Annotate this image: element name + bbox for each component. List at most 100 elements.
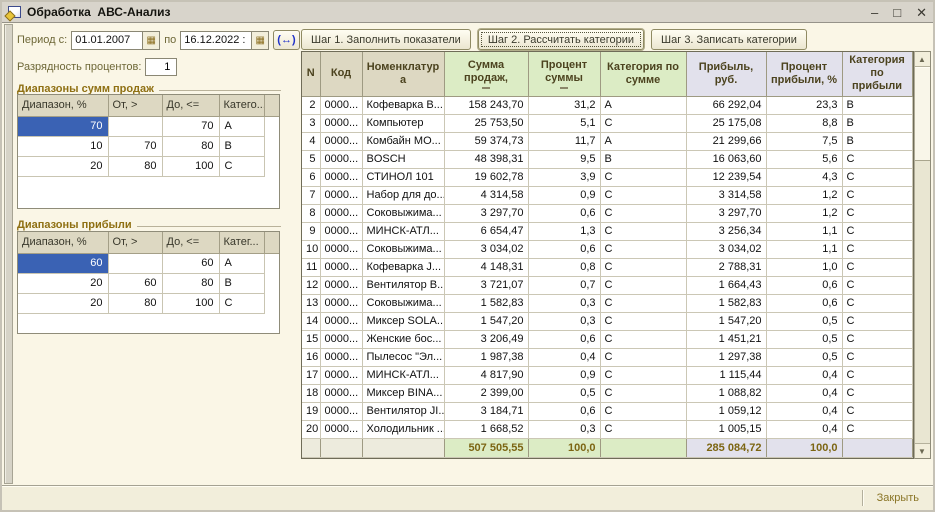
cell[interactable]: 1 664,43 [686, 276, 767, 295]
scroll-down-icon[interactable]: ▼ [914, 442, 930, 458]
cell[interactable]: 31,2 [528, 96, 601, 115]
cell[interactable]: C [842, 150, 913, 169]
left-scroll-strip[interactable] [4, 24, 13, 484]
scrollbar-track[interactable] [915, 161, 930, 443]
range-cell[interactable]: 80 [162, 273, 220, 294]
cell[interactable]: 23,3 [766, 96, 843, 115]
cell[interactable]: 0000... [320, 348, 363, 367]
cell[interactable]: 0000... [320, 204, 363, 223]
close-icon[interactable]: ✕ [916, 2, 927, 23]
cell[interactable]: 5 [302, 150, 321, 169]
cell[interactable]: 3 184,71 [444, 402, 529, 421]
range-column-header[interactable]: До, <= [162, 232, 220, 254]
cell[interactable]: C [600, 384, 687, 403]
cell[interactable]: 0,5 [766, 330, 843, 349]
cell[interactable]: 1 582,83 [686, 294, 767, 313]
table-row[interactable]: 19 0000... Вентилятор JI... 3 184,71 0,6 C 1 0… [302, 402, 913, 421]
cell[interactable]: 17 [302, 366, 321, 385]
cell[interactable]: C [600, 258, 687, 277]
precision-input[interactable] [145, 58, 178, 76]
cell[interactable]: 0000... [320, 384, 363, 403]
table-row[interactable]: 11 0000... Кофеварка J... 4 148,31 0,8 C 2 788… [302, 258, 913, 277]
cell[interactable]: Соковыжима... [362, 294, 445, 313]
cell[interactable]: Миксер BINA... [362, 384, 445, 403]
cell[interactable]: B [842, 96, 913, 115]
cell[interactable]: Соковыжима... [362, 204, 445, 223]
column-header[interactable]: Прибыль, руб. [686, 52, 767, 97]
cell[interactable]: 7,5 [766, 132, 843, 151]
cell[interactable]: МИНСК-АТЛ... [362, 222, 445, 241]
cell[interactable]: C [842, 348, 913, 367]
range-cell[interactable]: 20 [18, 273, 109, 294]
cell[interactable]: 9 [302, 222, 321, 241]
cell[interactable]: Компьютер [362, 114, 445, 133]
cell[interactable]: Миксер SOLA... [362, 312, 445, 331]
table-row[interactable]: 18 0000... Миксер BINA... 2 399,00 0,5 C 1 088… [302, 384, 913, 403]
range-cell[interactable]: 80 [162, 136, 220, 157]
range-column-header[interactable]: Катего... [219, 95, 265, 117]
cell[interactable]: 3 256,34 [686, 222, 767, 241]
range-column-header[interactable]: До, <= [162, 95, 220, 117]
cell[interactable]: 14 [302, 312, 321, 331]
cell[interactable]: 0,9 [528, 366, 601, 385]
period-to-input[interactable] [180, 30, 253, 50]
cell[interactable]: 0000... [320, 366, 363, 385]
table-row[interactable]: 16 0000... Пылесос "Эл... 1 987,38 0,4 C 1 297… [302, 348, 913, 367]
table-row[interactable]: 6 0000... СТИНОЛ 101 19 602,78 3,9 C 12 239,54… [302, 168, 913, 187]
cell[interactable]: 0,5 [766, 312, 843, 331]
cell[interactable]: 1,2 [766, 186, 843, 205]
range-cell[interactable]: 70 [18, 116, 109, 137]
range-cell[interactable]: C [219, 156, 265, 177]
cell[interactable]: 0,6 [766, 294, 843, 313]
cell[interactable]: 0,3 [528, 420, 601, 439]
cell[interactable]: Вентилятор В... [362, 276, 445, 295]
cell[interactable]: C [842, 186, 913, 205]
close-button[interactable]: Закрыть [873, 490, 923, 506]
cell[interactable]: A [600, 96, 687, 115]
calendar-icon[interactable]: ▦ [143, 30, 161, 50]
cell[interactable]: B [600, 150, 687, 169]
cell[interactable]: 0,4 [766, 420, 843, 439]
cell[interactable]: C [600, 186, 687, 205]
table-row[interactable]: 14 0000... Миксер SOLA... 1 547,20 0,3 C 1 547… [302, 312, 913, 331]
cell[interactable]: Женские бос... [362, 330, 445, 349]
cell[interactable]: 1 088,82 [686, 384, 767, 403]
cell[interactable]: C [600, 312, 687, 331]
cell[interactable]: B [842, 114, 913, 133]
cell[interactable]: 0000... [320, 150, 363, 169]
cell[interactable]: C [600, 402, 687, 421]
table-row[interactable]: 3 0000... Компьютер 25 753,50 5,1 C 25 175,08 8… [302, 114, 913, 133]
column-header[interactable]: N [302, 52, 321, 97]
cell[interactable]: 12 [302, 276, 321, 295]
cell[interactable]: 0000... [320, 312, 363, 331]
table-row[interactable]: 7 0000... Набор для до... 4 314,58 0,9 C 3 314… [302, 186, 913, 205]
range-column-header[interactable]: Диапазон, % [18, 232, 109, 254]
cell[interactable]: 1 582,83 [444, 294, 529, 313]
cell[interactable]: 0000... [320, 294, 363, 313]
scroll-up-icon[interactable]: ▲ [914, 52, 930, 67]
cell[interactable]: 1,2 [766, 204, 843, 223]
cell[interactable]: 1 451,21 [686, 330, 767, 349]
cell[interactable]: Пылесос "Эл... [362, 348, 445, 367]
table-row[interactable]: 17 0000... МИНСК-АТЛ... 4 817,90 0,9 C 1 115,4… [302, 366, 913, 385]
cell[interactable]: 4 314,58 [444, 186, 529, 205]
cell[interactable]: 1 059,12 [686, 402, 767, 421]
cell[interactable]: 10 [302, 240, 321, 259]
cell[interactable]: 1 547,20 [444, 312, 529, 331]
vertical-scrollbar[interactable]: ▲ ▼ [913, 51, 931, 459]
cell[interactable]: 4 817,90 [444, 366, 529, 385]
cell[interactable]: 0,4 [528, 348, 601, 367]
cell[interactable]: 0,3 [528, 294, 601, 313]
cell[interactable]: 1 987,38 [444, 348, 529, 367]
range-column-header[interactable]: От, > [108, 95, 163, 117]
range-cell[interactable]: B [219, 136, 265, 157]
step2-calculate-button[interactable]: Шаг 2. Рассчитать категории [477, 29, 645, 50]
cell[interactable]: 6 [302, 168, 321, 187]
column-header[interactable]: Процент суммы [528, 52, 601, 97]
cell[interactable]: 0000... [320, 330, 363, 349]
cell[interactable]: C [842, 330, 913, 349]
cell[interactable]: 0000... [320, 420, 363, 439]
cell[interactable]: 1,0 [766, 258, 843, 277]
period-range-button[interactable]: (↔) [273, 30, 300, 50]
cell[interactable]: 59 374,73 [444, 132, 529, 151]
